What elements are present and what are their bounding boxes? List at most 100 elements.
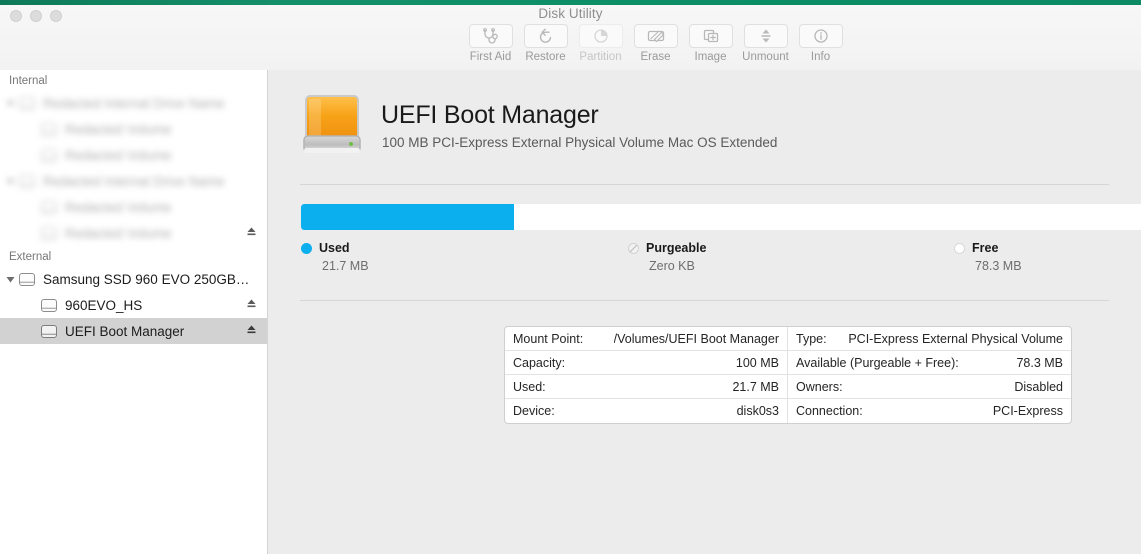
legend-label-used: Used (319, 241, 350, 255)
storage-usage-section: Used 21.7 MB Purgeable Zero KB Free 78.3… (268, 185, 1141, 300)
toolbar-label-image: Image (694, 51, 727, 63)
unmount-arrows-icon (743, 24, 788, 48)
toolbar-label-first-aid: First Aid (469, 51, 512, 63)
info-key: Owners: (796, 379, 843, 394)
disclosure-triangle-icon[interactable] (2, 99, 18, 108)
sidebar-item-label: Redacted Volume (65, 199, 172, 215)
toolbar-button-erase[interactable]: Erase (628, 24, 683, 63)
disclosure-triangle-icon[interactable] (2, 177, 18, 186)
storage-usage-bar (301, 204, 1141, 230)
device-sidebar[interactable]: Internal Redacted Internal Drive Name Re… (0, 70, 268, 554)
info-key: Mount Point: (513, 331, 584, 346)
used-swatch-icon (301, 242, 312, 254)
info-row-owners: Owners: Disabled (788, 375, 1071, 399)
sidebar-item-label: Redacted Volume (65, 121, 172, 137)
sidebar-item-internal-volume-3[interactable]: Redacted Volume (0, 194, 267, 220)
sidebar-item-label: Redacted Volume (65, 225, 172, 241)
info-value: PCI-Express (992, 404, 1063, 418)
sidebar-item-960evo-hs[interactable]: 960EVO_HS (0, 292, 267, 318)
sidebar-item-label: 960EVO_HS (65, 297, 143, 313)
legend-used: Used 21.7 MB (301, 241, 369, 273)
pie-chart-icon (578, 24, 623, 48)
disclosure-triangle-icon[interactable] (2, 275, 18, 284)
legend-value-free: 78.3 MB (975, 259, 1022, 273)
info-key: Used: (513, 379, 546, 394)
erase-disk-icon (633, 24, 678, 48)
sidebar-item-label: UEFI Boot Manager (65, 323, 185, 339)
toolbar-label-info: Info (810, 51, 831, 63)
legend-value-used: 21.7 MB (322, 259, 369, 273)
legend-purgeable: Purgeable Zero KB (628, 241, 706, 273)
sidebar-item-label: Redacted Internal Drive Name (43, 95, 225, 111)
legend-value-purgeable: Zero KB (649, 259, 695, 273)
free-swatch-icon (954, 242, 965, 254)
toolbar-button-image[interactable]: Image (683, 24, 738, 63)
info-row-used: Used: 21.7 MB (505, 375, 788, 399)
sidebar-item-label: Redacted Volume (65, 147, 172, 163)
disk-image-icon (688, 24, 733, 48)
internal-disk-icon (41, 148, 57, 162)
info-key: Connection: (796, 404, 863, 418)
info-value: /Volumes/UEFI Boot Manager (613, 331, 779, 346)
external-hard-drive-icon (303, 95, 361, 153)
internal-disk-icon (19, 96, 35, 110)
external-disk-icon (41, 298, 57, 312)
info-row-capacity: Capacity: 100 MB (505, 351, 788, 375)
storage-usage-bar-used-segment (301, 204, 514, 230)
volume-info-table: Mount Point: /Volumes/UEFI Boot Manager … (504, 326, 1072, 424)
sidebar-group-header-external: External (9, 251, 52, 263)
sidebar-item-internal-drive-1[interactable]: Redacted Internal Drive Name (0, 90, 267, 116)
toolbar-label-restore: Restore (525, 51, 566, 63)
toolbar-button-first-aid[interactable]: First Aid (463, 24, 518, 63)
info-key: Device: (513, 404, 555, 418)
info-row-type: Type: PCI-Express External Physical Volu… (788, 327, 1071, 351)
info-value: 21.7 MB (732, 379, 779, 394)
sidebar-item-internal-volume-2[interactable]: Redacted Volume (0, 142, 267, 168)
internal-disk-icon (41, 200, 57, 214)
restore-arrow-icon (523, 24, 568, 48)
info-circle-icon (798, 24, 843, 48)
legend-label-free: Free (972, 241, 999, 255)
info-value: PCI-Express External Physical Volume (848, 331, 1063, 346)
disk-utility-window: Disk Utility First Aid Restore Partition… (0, 0, 1141, 554)
info-value: 78.3 MB (1016, 355, 1063, 370)
volume-name: UEFI Boot Manager (381, 101, 599, 129)
sidebar-item-label: Redacted Internal Drive Name (43, 173, 225, 189)
info-value: Disabled (1014, 379, 1063, 394)
info-key: Available (Purgeable + Free): (796, 355, 959, 370)
legend-free: Free 78.3 MB (954, 241, 1022, 273)
volume-detail-pane: UEFI Boot Manager 100 MB PCI-Express Ext… (268, 70, 1141, 554)
volume-header: UEFI Boot Manager 100 MB PCI-Express Ext… (268, 70, 1141, 184)
toolbar-label-erase: Erase (640, 51, 671, 63)
sidebar-item-internal-volume-4[interactable]: Redacted Volume (0, 220, 267, 246)
info-row-mount-point: Mount Point: /Volumes/UEFI Boot Manager (505, 327, 788, 351)
sidebar-item-internal-volume-1[interactable]: Redacted Volume (0, 116, 267, 142)
eject-icon[interactable] (246, 322, 257, 340)
eject-icon[interactable] (246, 224, 257, 242)
info-row-device: Device: disk0s3 (505, 399, 788, 423)
info-value: disk0s3 (736, 404, 779, 418)
toolbar-button-partition: Partition (573, 24, 628, 63)
window-titlebar: Disk Utility First Aid Restore Partition… (0, 5, 1141, 71)
toolbar-button-restore[interactable]: Restore (518, 24, 573, 63)
info-key: Capacity: (513, 355, 566, 370)
sidebar-item-samsung-ssd-960-evo[interactable]: Samsung SSD 960 EVO 250GB… (0, 266, 267, 292)
internal-disk-icon (19, 174, 35, 188)
stethoscope-icon (468, 24, 513, 48)
toolbar-button-unmount[interactable]: Unmount (738, 24, 793, 63)
info-row-available: Available (Purgeable + Free): 78.3 MB (788, 351, 1071, 375)
sidebar-item-internal-drive-2[interactable]: Redacted Internal Drive Name (0, 168, 267, 194)
info-row-connection: Connection: PCI-Express (788, 399, 1071, 423)
usage-divider (300, 300, 1109, 301)
sidebar-item-label: Samsung SSD 960 EVO 250GB… (43, 271, 250, 287)
external-disk-icon (19, 272, 35, 286)
window-title: Disk Utility (538, 6, 603, 21)
volume-subtitle: 100 MB PCI-Express External Physical Vol… (382, 135, 778, 150)
eject-icon[interactable] (246, 296, 257, 314)
sidebar-item-uefi-boot-manager[interactable]: UEFI Boot Manager (0, 318, 267, 344)
info-value: 100 MB (735, 355, 779, 370)
toolbar-label-partition: Partition (579, 51, 622, 63)
toolbar: First Aid Restore Partition Erase Image … (463, 24, 848, 63)
legend-label-purgeable: Purgeable (646, 241, 707, 255)
toolbar-button-info[interactable]: Info (793, 24, 848, 63)
